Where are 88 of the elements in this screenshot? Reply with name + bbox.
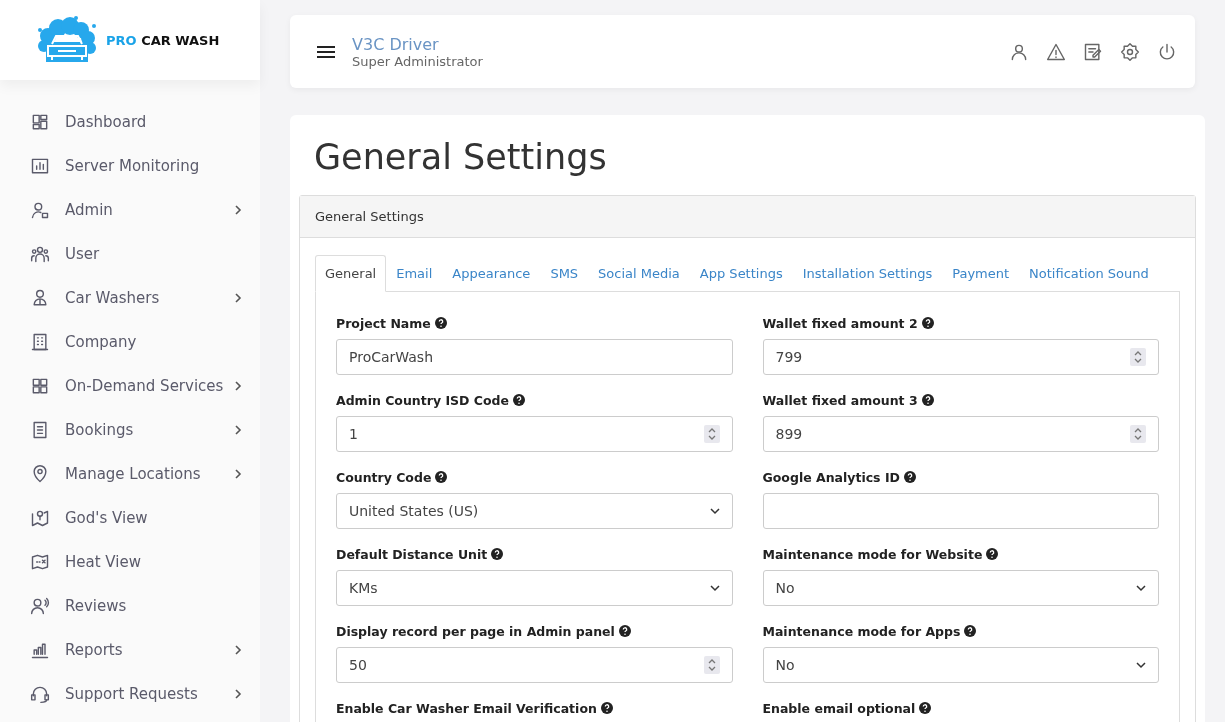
user-name: V3C Driver bbox=[352, 34, 440, 54]
number-field[interactable]: 899 bbox=[762, 416, 1159, 452]
spinner-icon[interactable] bbox=[1130, 348, 1146, 366]
input-field[interactable] bbox=[762, 493, 1159, 529]
tab[interactable]: General bbox=[315, 255, 387, 292]
spinner-icon[interactable] bbox=[703, 656, 720, 674]
tab[interactable]: Email bbox=[386, 255, 443, 292]
field-label: Maintenance mode for Apps bbox=[762, 623, 961, 639]
sidebar-item[interactable]: Dashboard bbox=[0, 100, 260, 144]
field-label: Display record per page in Admin panel bbox=[336, 623, 615, 639]
chevron-down-icon bbox=[1136, 661, 1146, 669]
edit-icon[interactable] bbox=[1083, 41, 1103, 62]
field-label: Maintenance mode for Website bbox=[762, 546, 983, 562]
help-icon[interactable] bbox=[435, 471, 448, 483]
building-icon bbox=[30, 332, 50, 352]
sidebar-item[interactable]: Reports bbox=[0, 628, 260, 672]
help-icon[interactable] bbox=[491, 548, 504, 560]
number-field[interactable]: 50 bbox=[336, 647, 733, 683]
sidebar-item[interactable]: Admin bbox=[0, 188, 260, 232]
page-title: General Settings bbox=[314, 137, 608, 177]
help-icon[interactable] bbox=[434, 317, 447, 329]
document-icon bbox=[30, 420, 50, 440]
location-pin-icon bbox=[30, 464, 50, 484]
spinner-icon[interactable] bbox=[703, 425, 720, 443]
help-icon[interactable] bbox=[618, 625, 631, 637]
field-label: Admin Country ISD Code bbox=[336, 392, 509, 408]
bar-chart-icon bbox=[30, 156, 50, 176]
spinner-icon[interactable] bbox=[1130, 425, 1146, 443]
map-icon bbox=[30, 552, 50, 572]
sidebar-item[interactable]: Server Monitoring bbox=[0, 144, 260, 188]
grid-icon bbox=[30, 376, 50, 396]
field-label: Enable email optional bbox=[762, 700, 916, 716]
sidebar-item[interactable]: Manage Locations bbox=[0, 452, 260, 496]
select-field[interactable]: No bbox=[762, 570, 1159, 606]
sidebar-item[interactable]: Heat View bbox=[0, 540, 260, 584]
person-speaking-icon bbox=[30, 596, 50, 616]
chevron-down-icon bbox=[1136, 584, 1146, 592]
sidebar-item[interactable]: Car Washers bbox=[0, 276, 260, 320]
bar-chart-icon bbox=[30, 640, 50, 660]
tab[interactable]: App Settings bbox=[689, 255, 793, 292]
tab[interactable]: Payment bbox=[942, 255, 1020, 292]
sidebar-item[interactable]: On-Demand Services bbox=[0, 364, 260, 408]
help-icon[interactable] bbox=[512, 394, 525, 406]
help-icon[interactable] bbox=[986, 548, 999, 560]
help-icon[interactable] bbox=[919, 702, 932, 714]
warning-icon[interactable] bbox=[1046, 41, 1066, 62]
select-field[interactable]: No bbox=[762, 647, 1159, 683]
select-field[interactable]: KMs bbox=[336, 570, 733, 606]
map-pin-icon bbox=[30, 508, 50, 528]
sidebar-item[interactable]: User bbox=[0, 232, 260, 276]
sidebar-item[interactable]: Reviews bbox=[0, 584, 260, 628]
power-icon[interactable] bbox=[1157, 41, 1177, 62]
number-field[interactable]: 1 bbox=[336, 416, 733, 452]
help-icon[interactable] bbox=[600, 702, 613, 714]
menu-icon[interactable] bbox=[316, 44, 336, 59]
help-icon[interactable] bbox=[964, 625, 977, 637]
input-field[interactable]: ProCarWash bbox=[336, 339, 733, 375]
user-role: Super Administrator bbox=[352, 53, 484, 69]
sidebar-item[interactable]: God's View bbox=[0, 496, 260, 540]
grid-icon bbox=[30, 112, 50, 132]
help-icon[interactable] bbox=[921, 394, 934, 406]
field-label: Wallet fixed amount 2 bbox=[762, 315, 918, 331]
help-icon[interactable] bbox=[903, 471, 916, 483]
tab[interactable]: SMS bbox=[540, 255, 589, 292]
sidebar-item[interactable]: Bookings bbox=[0, 408, 260, 452]
tab[interactable]: Notification Sound bbox=[1019, 255, 1159, 292]
logo-text: PRO CAR WASH bbox=[106, 32, 220, 48]
field-label: Project Name bbox=[336, 315, 431, 331]
field-label: Google Analytics ID bbox=[762, 469, 900, 485]
help-icon[interactable] bbox=[921, 317, 934, 329]
user-lock-icon bbox=[30, 200, 50, 220]
sidebar-item[interactable]: Company bbox=[0, 320, 260, 364]
tab[interactable]: Installation Settings bbox=[792, 255, 943, 292]
number-field[interactable]: 799 bbox=[762, 339, 1159, 375]
settings-icon[interactable] bbox=[1120, 41, 1140, 62]
headset-icon bbox=[30, 684, 50, 704]
field-label: Country Code bbox=[336, 469, 432, 485]
field-label: Enable Car Washer Email Verification bbox=[336, 700, 597, 716]
chevron-down-icon bbox=[709, 584, 720, 592]
field-label: Default Distance Unit bbox=[336, 546, 488, 562]
tab[interactable]: Social Media bbox=[588, 255, 690, 292]
field-label: Wallet fixed amount 3 bbox=[762, 392, 918, 408]
panel-title: General Settings bbox=[315, 209, 424, 224]
select-field[interactable]: United States (US) bbox=[336, 493, 733, 529]
users-icon bbox=[30, 244, 50, 264]
tab[interactable]: Appearance bbox=[442, 255, 541, 292]
sidebar-item[interactable]: Support Requests bbox=[0, 672, 260, 716]
chevron-down-icon bbox=[709, 507, 720, 515]
